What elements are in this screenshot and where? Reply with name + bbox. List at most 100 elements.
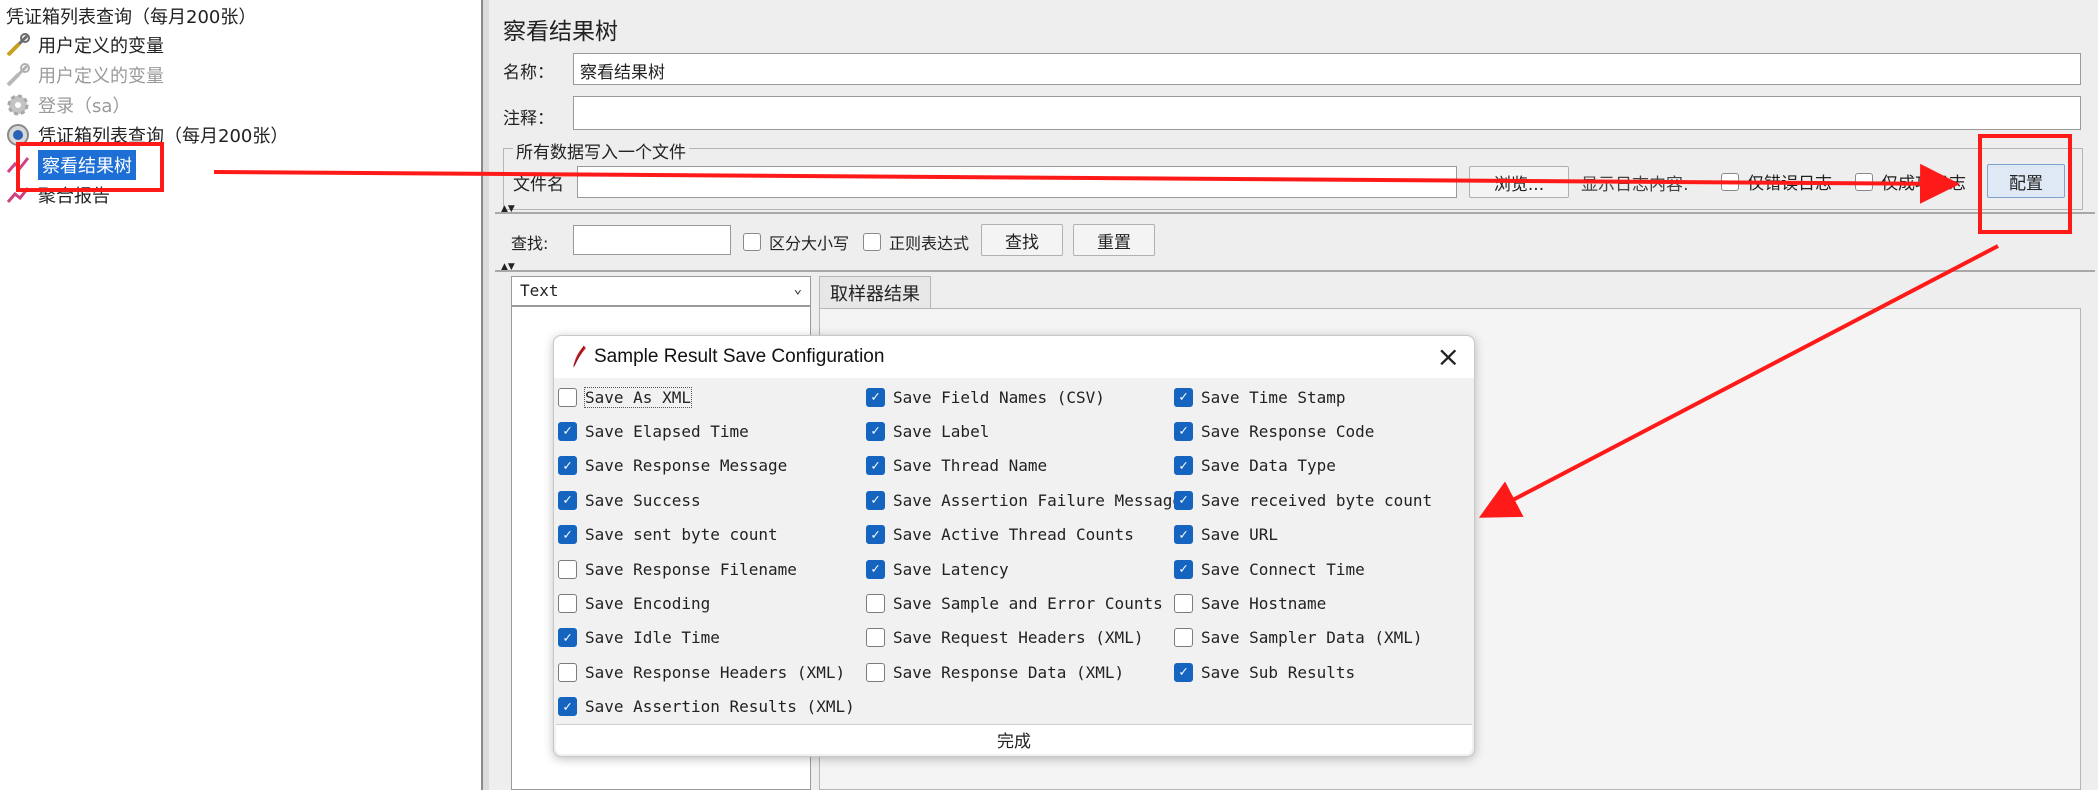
dialog-title: Sample Result Save Configuration bbox=[594, 346, 885, 367]
chevron-down-icon: ⌄ bbox=[793, 281, 802, 297]
save-option[interactable]: ✓ Save Time Stamp bbox=[1174, 385, 1346, 409]
checkbox-unchecked-icon[interactable] bbox=[1174, 628, 1193, 648]
tree-item-thread-group[interactable]: 凭证箱列表查询（每月200张） bbox=[0, 2, 256, 30]
checkbox-checked-icon[interactable]: ✓ bbox=[558, 697, 577, 717]
save-option-label: Save Sample and Error Counts bbox=[893, 593, 1163, 613]
save-option[interactable]: Save As XML bbox=[558, 385, 692, 409]
save-option[interactable]: Save Encoding bbox=[558, 591, 710, 615]
checkbox-checked-icon[interactable]: ✓ bbox=[866, 387, 885, 407]
success-only-checkbox[interactable]: 仅成功日志 bbox=[1855, 169, 1966, 194]
save-option[interactable]: Save Request Headers (XML) bbox=[866, 626, 1143, 650]
save-option[interactable]: ✓ Save Thread Name bbox=[866, 454, 1047, 478]
checkbox-checked-icon[interactable]: ✓ bbox=[558, 421, 577, 441]
checkbox-unchecked-icon[interactable] bbox=[866, 662, 885, 682]
checkbox-checked-icon[interactable]: ✓ bbox=[866, 525, 885, 545]
save-option[interactable]: ✓ Save URL bbox=[1174, 523, 1278, 547]
save-option-label: Save Thread Name bbox=[893, 456, 1048, 476]
save-option[interactable]: Save Sampler Data (XML) bbox=[1174, 626, 1423, 650]
checkbox-checked-icon[interactable]: ✓ bbox=[558, 456, 577, 476]
dialog-titlebar: Sample Result Save Configuration × bbox=[554, 336, 1474, 378]
save-option[interactable]: ✓ Save sent byte count bbox=[558, 523, 778, 547]
save-option[interactable]: ✓ Save Elapsed Time bbox=[558, 419, 749, 443]
name-field[interactable]: 察看结果树 bbox=[573, 53, 2081, 85]
save-option[interactable]: ✓ Save Connect Time bbox=[1174, 557, 1365, 581]
save-option[interactable]: ✓ Save Data Type bbox=[1174, 454, 1336, 478]
save-option[interactable]: ✓ Save received byte count bbox=[1174, 488, 1432, 512]
save-option-label: Save Elapsed Time bbox=[585, 421, 749, 441]
search-label: 查找: bbox=[511, 234, 549, 253]
comment-field[interactable] bbox=[573, 96, 2081, 130]
tree-item-label: 用户定义的变量 bbox=[38, 36, 164, 57]
save-option-label: Save Latency bbox=[893, 559, 1009, 579]
save-option[interactable]: Save Response Filename bbox=[558, 557, 797, 581]
tab-strip: 取样器结果 bbox=[819, 274, 2098, 308]
checkbox-unchecked-icon[interactable] bbox=[1174, 593, 1193, 613]
errors-only-checkbox[interactable]: 仅错误日志 bbox=[1721, 169, 1832, 194]
checkbox-checked-icon[interactable]: ✓ bbox=[866, 559, 885, 579]
test-plan-tree: 凭证箱列表查询（每月200张） 用户定义的变量 用户定义的变量 登录（sa） 凭… bbox=[0, 0, 483, 790]
save-option[interactable]: Save Response Data (XML) bbox=[866, 660, 1124, 684]
log-content-label: 显示日志内容: bbox=[1581, 175, 1689, 195]
filename-field[interactable] bbox=[577, 166, 1457, 198]
done-button[interactable]: 完成 bbox=[556, 724, 1472, 754]
close-icon[interactable]: × bbox=[1437, 340, 1460, 373]
save-option[interactable]: ✓ Save Active Thread Counts bbox=[866, 523, 1134, 547]
save-option[interactable]: ✓ Save Response Message bbox=[558, 454, 787, 478]
tree-item-label: 登录（sa） bbox=[38, 96, 131, 117]
save-option[interactable]: Save Sample and Error Counts bbox=[866, 591, 1163, 615]
checkbox-box[interactable] bbox=[863, 233, 881, 251]
save-option[interactable]: ✓ Save Assertion Results (XML) bbox=[558, 695, 855, 719]
save-option-label: Save Assertion Failure Message bbox=[893, 490, 1182, 510]
success-only-label: 仅成功日志 bbox=[1881, 174, 1966, 194]
save-option[interactable]: ✓ Save Assertion Failure Message bbox=[866, 488, 1182, 512]
checkbox-checked-icon[interactable]: ✓ bbox=[866, 456, 885, 476]
checkbox-checked-icon[interactable]: ✓ bbox=[866, 421, 885, 441]
reset-button[interactable]: 重置 bbox=[1073, 224, 1155, 256]
checkbox-unchecked-icon[interactable] bbox=[866, 628, 885, 648]
checkbox-checked-icon[interactable]: ✓ bbox=[1174, 525, 1193, 545]
save-option[interactable]: Save Hostname bbox=[1174, 591, 1326, 615]
save-option-label: Save Label bbox=[893, 421, 990, 441]
tree-item-user-vars[interactable]: 用户定义的变量 bbox=[0, 31, 164, 59]
checkbox-unchecked-icon[interactable] bbox=[558, 593, 577, 613]
tab-sampler-result[interactable]: 取样器结果 bbox=[819, 276, 931, 308]
checkbox-unchecked-icon[interactable] bbox=[558, 559, 577, 579]
checkbox-unchecked-icon[interactable] bbox=[558, 387, 577, 407]
checkbox-checked-icon[interactable]: ✓ bbox=[1174, 456, 1193, 476]
checkbox-checked-icon[interactable]: ✓ bbox=[1174, 490, 1193, 510]
regex-checkbox[interactable]: 正则表达式 bbox=[863, 230, 969, 254]
checkbox-unchecked-icon[interactable] bbox=[866, 593, 885, 613]
annotation-box-configure bbox=[1978, 134, 2072, 234]
checkbox-checked-icon[interactable]: ✓ bbox=[558, 628, 577, 648]
save-option[interactable]: ✓ Save Latency bbox=[866, 557, 1009, 581]
renderer-value: Text bbox=[520, 281, 559, 300]
save-option[interactable]: ✓ Save Idle Time bbox=[558, 626, 720, 650]
divider bbox=[495, 270, 2095, 272]
checkbox-box[interactable] bbox=[1721, 172, 1739, 191]
save-option[interactable]: ✓ Save Sub Results bbox=[1174, 660, 1355, 684]
save-option[interactable]: ✓ Save Response Code bbox=[1174, 419, 1374, 443]
save-option[interactable]: ✓ Save Field Names (CSV) bbox=[866, 385, 1105, 409]
save-option[interactable]: Save Response Headers (XML) bbox=[558, 660, 845, 684]
case-sensitive-checkbox[interactable]: 区分大小写 bbox=[743, 230, 849, 254]
checkbox-checked-icon[interactable]: ✓ bbox=[558, 525, 577, 545]
browse-button[interactable]: 浏览... bbox=[1469, 166, 1569, 198]
checkbox-box[interactable] bbox=[743, 233, 761, 251]
checkbox-checked-icon[interactable]: ✓ bbox=[1174, 559, 1193, 579]
checkbox-checked-icon[interactable]: ✓ bbox=[866, 490, 885, 510]
save-option[interactable]: ✓ Save Success bbox=[558, 488, 701, 512]
save-option-label: Save Idle Time bbox=[585, 628, 720, 648]
checkbox-box[interactable] bbox=[1855, 172, 1873, 191]
find-button[interactable]: 查找 bbox=[981, 224, 1063, 256]
checkbox-checked-icon[interactable]: ✓ bbox=[558, 490, 577, 510]
tree-item-user-vars-disabled[interactable]: 用户定义的变量 bbox=[0, 61, 164, 89]
save-option-label: Save sent byte count bbox=[585, 525, 778, 545]
checkbox-checked-icon[interactable]: ✓ bbox=[1174, 662, 1193, 682]
checkbox-unchecked-icon[interactable] bbox=[558, 662, 577, 682]
checkbox-checked-icon[interactable]: ✓ bbox=[1174, 421, 1193, 441]
search-input[interactable] bbox=[573, 225, 731, 255]
save-option[interactable]: ✓ Save Label bbox=[866, 419, 989, 443]
checkbox-checked-icon[interactable]: ✓ bbox=[1174, 387, 1193, 407]
tree-item-login[interactable]: 登录（sa） bbox=[0, 91, 130, 119]
renderer-select[interactable]: Text ⌄ bbox=[511, 276, 811, 306]
